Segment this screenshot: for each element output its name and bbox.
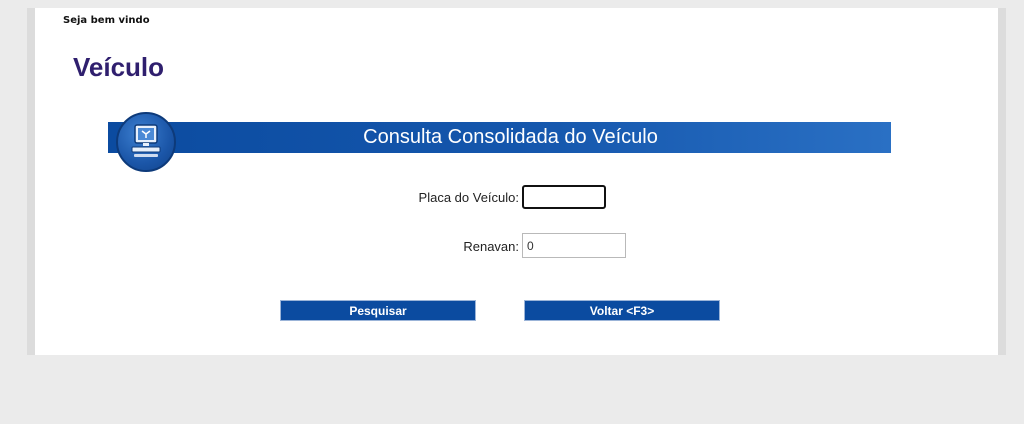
- computer-monitor-icon: [116, 112, 176, 172]
- placa-label: Placa do Veículo:: [418, 190, 519, 205]
- section-banner: Consulta Consolidada do Veículo: [108, 122, 891, 153]
- banner-title: Consulta Consolidada do Veículo: [363, 126, 658, 148]
- page-title: Veículo: [73, 52, 165, 82]
- search-button[interactable]: Pesquisar: [280, 300, 476, 321]
- placa-input[interactable]: [522, 185, 606, 209]
- back-button[interactable]: Voltar <F3>: [524, 300, 720, 321]
- renavan-input[interactable]: [522, 233, 626, 258]
- renavan-label: Renavan:: [463, 239, 519, 254]
- welcome-text: Seja bem vindo: [63, 15, 150, 26]
- content-panel: [35, 8, 998, 355]
